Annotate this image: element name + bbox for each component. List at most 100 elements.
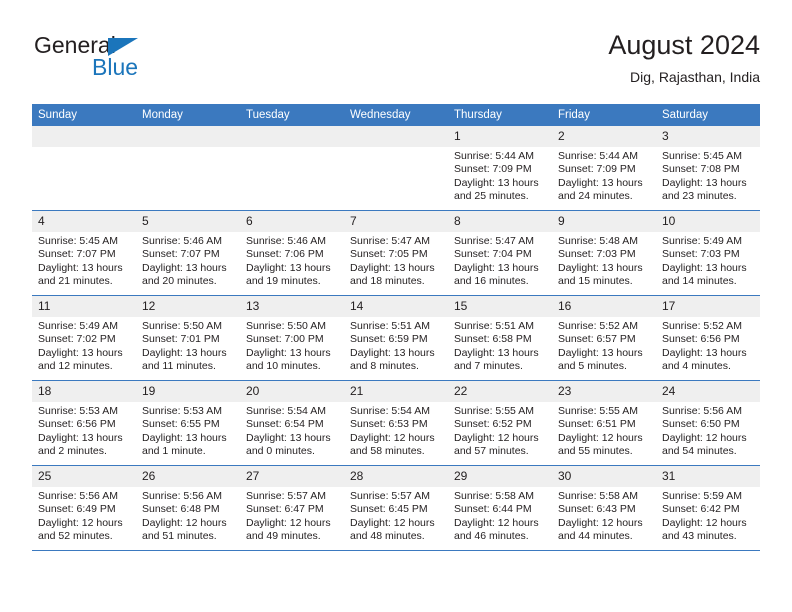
sunrise-text: Sunrise: 5:48 AM — [558, 235, 638, 247]
day-cell[interactable]: 24 Sunrise: 5:56 AM Sunset: 6:50 PM Dayligh… — [656, 380, 760, 466]
day-cell[interactable]: 29 Sunrise: 5:58 AM Sunset: 6:44 PM Dayligh… — [448, 465, 552, 551]
day-number: 20 — [240, 381, 344, 402]
day-cell[interactable]: 31 Sunrise: 5:59 AM Sunset: 6:42 PM Dayligh… — [656, 465, 760, 551]
day-cell[interactable]: 13 Sunrise: 5:50 AM Sunset: 7:00 PM Dayligh… — [240, 295, 344, 381]
day-cell[interactable]: 26 Sunrise: 5:56 AM Sunset: 6:48 PM Dayligh… — [136, 465, 240, 551]
day-cell[interactable] — [136, 126, 240, 211]
day-number: 25 — [32, 466, 136, 487]
sunset-text: Sunset: 6:59 PM — [350, 333, 428, 346]
day-cell[interactable] — [32, 126, 136, 211]
day-number: 30 — [552, 466, 656, 487]
daylight-text: Daylight: 13 hours and 14 minutes. — [662, 261, 747, 288]
day-sun-info: Sunrise: 5:57 AM Sunset: 6:45 PM Daylight:… — [344, 487, 448, 544]
day-cell[interactable]: 12 Sunrise: 5:50 AM Sunset: 7:01 PM Dayligh… — [136, 295, 240, 381]
day-cell[interactable]: 5 Sunrise: 5:46 AM Sunset: 7:07 PM Daylight… — [136, 210, 240, 296]
day-cell[interactable]: 7 Sunrise: 5:47 AM Sunset: 7:05 PM Daylight… — [344, 210, 448, 296]
day-cell[interactable]: 11 Sunrise: 5:49 AM Sunset: 7:02 PM Dayligh… — [32, 295, 136, 381]
day-sun-info: Sunrise: 5:52 AM Sunset: 6:56 PM Daylight:… — [656, 317, 760, 374]
daylight-text: Daylight: 12 hours and 51 minutes. — [142, 516, 227, 543]
day-cell-content: 27 Sunrise: 5:57 AM Sunset: 6:47 PM Dayligh… — [240, 466, 344, 550]
day-cell[interactable]: 22 Sunrise: 5:55 AM Sunset: 6:52 PM Dayligh… — [448, 380, 552, 466]
day-cell[interactable]: 17 Sunrise: 5:52 AM Sunset: 6:56 PM Dayligh… — [656, 295, 760, 381]
day-cell[interactable]: 30 Sunrise: 5:58 AM Sunset: 6:43 PM Dayligh… — [552, 465, 656, 551]
day-number: 9 — [552, 211, 656, 232]
month-grid: Sunday Monday Tuesday Wednesday Thursday… — [32, 104, 760, 551]
daylight-text: Daylight: 12 hours and 55 minutes. — [558, 431, 643, 458]
day-cell[interactable]: 3 Sunrise: 5:45 AM Sunset: 7:08 PM Daylight… — [656, 126, 760, 211]
sunset-text: Sunset: 6:45 PM — [350, 503, 428, 516]
day-cell-content: 30 Sunrise: 5:58 AM Sunset: 6:43 PM Dayligh… — [552, 466, 656, 550]
day-cell[interactable]: 25 Sunrise: 5:56 AM Sunset: 6:49 PM Dayligh… — [32, 465, 136, 551]
day-cell[interactable]: 21 Sunrise: 5:54 AM Sunset: 6:53 PM Dayligh… — [344, 380, 448, 466]
week-row: 4 Sunrise: 5:45 AM Sunset: 7:07 PM Daylight… — [32, 210, 760, 296]
week-row: 11 Sunrise: 5:49 AM Sunset: 7:02 PM Dayligh… — [32, 295, 760, 381]
sunset-text: Sunset: 7:08 PM — [662, 163, 740, 176]
day-cell[interactable]: 18 Sunrise: 5:53 AM Sunset: 6:56 PM Dayligh… — [32, 380, 136, 466]
day-sun-info: Sunrise: 5:48 AM Sunset: 7:03 PM Daylight:… — [552, 232, 656, 289]
day-sun-info: Sunrise: 5:45 AM Sunset: 7:08 PM Daylight:… — [656, 147, 760, 204]
sunset-text: Sunset: 6:44 PM — [454, 503, 532, 516]
weekday-header-row: Sunday Monday Tuesday Wednesday Thursday… — [32, 104, 760, 126]
day-number: 4 — [32, 211, 136, 232]
page-header: General Blue August 2024 Dig, Rajasthan,… — [32, 28, 760, 94]
day-cell-content: 29 Sunrise: 5:58 AM Sunset: 6:44 PM Dayligh… — [448, 466, 552, 550]
day-cell[interactable]: 8 Sunrise: 5:47 AM Sunset: 7:04 PM Daylight… — [448, 210, 552, 296]
day-cell[interactable] — [344, 126, 448, 211]
day-cell[interactable]: 6 Sunrise: 5:46 AM Sunset: 7:06 PM Daylight… — [240, 210, 344, 296]
day-cell[interactable]: 14 Sunrise: 5:51 AM Sunset: 6:59 PM Dayligh… — [344, 295, 448, 381]
daylight-text: Daylight: 13 hours and 21 minutes. — [38, 261, 123, 288]
day-cell[interactable]: 16 Sunrise: 5:52 AM Sunset: 6:57 PM Dayligh… — [552, 295, 656, 381]
weekday-header-saturday: Saturday — [656, 104, 760, 126]
day-cell-content: 6 Sunrise: 5:46 AM Sunset: 7:06 PM Daylight… — [240, 211, 344, 295]
day-cell-content: 17 Sunrise: 5:52 AM Sunset: 6:56 PM Dayligh… — [656, 296, 760, 380]
title-block: August 2024 Dig, Rajasthan, India — [608, 28, 760, 88]
daylight-text: Daylight: 12 hours and 58 minutes. — [350, 431, 435, 458]
day-cell[interactable]: 23 Sunrise: 5:55 AM Sunset: 6:51 PM Dayligh… — [552, 380, 656, 466]
daylight-text: Daylight: 13 hours and 1 minute. — [142, 431, 227, 458]
day-number: 15 — [448, 296, 552, 317]
sunrise-text: Sunrise: 5:54 AM — [350, 405, 430, 417]
day-sun-info: Sunrise: 5:49 AM Sunset: 7:02 PM Daylight:… — [32, 317, 136, 374]
sunset-text: Sunset: 7:09 PM — [454, 163, 532, 176]
day-cell-content: 2 Sunrise: 5:44 AM Sunset: 7:09 PM Daylight… — [552, 126, 656, 210]
day-number: 21 — [344, 381, 448, 402]
day-sun-info: Sunrise: 5:56 AM Sunset: 6:50 PM Daylight:… — [656, 402, 760, 459]
day-cell[interactable]: 1 Sunrise: 5:44 AM Sunset: 7:09 PM Daylight… — [448, 126, 552, 211]
day-cell[interactable] — [240, 126, 344, 211]
weekday-header-monday: Monday — [136, 104, 240, 126]
sunrise-text: Sunrise: 5:58 AM — [558, 490, 638, 502]
day-number: 13 — [240, 296, 344, 317]
day-cell[interactable]: 20 Sunrise: 5:54 AM Sunset: 6:54 PM Dayligh… — [240, 380, 344, 466]
daylight-text: Daylight: 12 hours and 44 minutes. — [558, 516, 643, 543]
weekday-header-tuesday: Tuesday — [240, 104, 344, 126]
day-sun-info: Sunrise: 5:46 AM Sunset: 7:06 PM Daylight:… — [240, 232, 344, 289]
day-sun-info: Sunrise: 5:47 AM Sunset: 7:05 PM Daylight:… — [344, 232, 448, 289]
general-blue-logo[interactable]: General Blue — [32, 32, 232, 88]
day-number: 27 — [240, 466, 344, 487]
sunset-text: Sunset: 7:05 PM — [350, 248, 428, 261]
sunset-text: Sunset: 7:09 PM — [558, 163, 636, 176]
day-number: 29 — [448, 466, 552, 487]
day-cell[interactable]: 2 Sunrise: 5:44 AM Sunset: 7:09 PM Daylight… — [552, 126, 656, 211]
sunrise-text: Sunrise: 5:56 AM — [38, 490, 118, 502]
sunrise-text: Sunrise: 5:44 AM — [558, 150, 638, 162]
day-cell-content: 10 Sunrise: 5:49 AM Sunset: 7:03 PM Dayligh… — [656, 211, 760, 295]
day-cell[interactable]: 4 Sunrise: 5:45 AM Sunset: 7:07 PM Daylight… — [32, 210, 136, 296]
day-number — [32, 126, 136, 147]
day-cell[interactable]: 15 Sunrise: 5:51 AM Sunset: 6:58 PM Dayligh… — [448, 295, 552, 381]
day-cell-content: 4 Sunrise: 5:45 AM Sunset: 7:07 PM Daylight… — [32, 211, 136, 295]
day-cell[interactable]: 19 Sunrise: 5:53 AM Sunset: 6:55 PM Dayligh… — [136, 380, 240, 466]
daylight-text: Daylight: 12 hours and 54 minutes. — [662, 431, 747, 458]
day-sun-info: Sunrise: 5:52 AM Sunset: 6:57 PM Daylight:… — [552, 317, 656, 374]
day-cell[interactable]: 28 Sunrise: 5:57 AM Sunset: 6:45 PM Dayligh… — [344, 465, 448, 551]
daylight-text: Daylight: 13 hours and 15 minutes. — [558, 261, 643, 288]
day-cell-content: 31 Sunrise: 5:59 AM Sunset: 6:42 PM Dayligh… — [656, 466, 760, 550]
day-cell[interactable]: 9 Sunrise: 5:48 AM Sunset: 7:03 PM Daylight… — [552, 210, 656, 296]
day-cell[interactable]: 10 Sunrise: 5:49 AM Sunset: 7:03 PM Dayligh… — [656, 210, 760, 296]
sunset-text: Sunset: 6:42 PM — [662, 503, 740, 516]
day-cell-content: 11 Sunrise: 5:49 AM Sunset: 7:02 PM Dayligh… — [32, 296, 136, 380]
day-number: 19 — [136, 381, 240, 402]
day-cell[interactable]: 27 Sunrise: 5:57 AM Sunset: 6:47 PM Dayligh… — [240, 465, 344, 551]
day-number: 12 — [136, 296, 240, 317]
day-sun-info: Sunrise: 5:51 AM Sunset: 6:59 PM Daylight:… — [344, 317, 448, 374]
